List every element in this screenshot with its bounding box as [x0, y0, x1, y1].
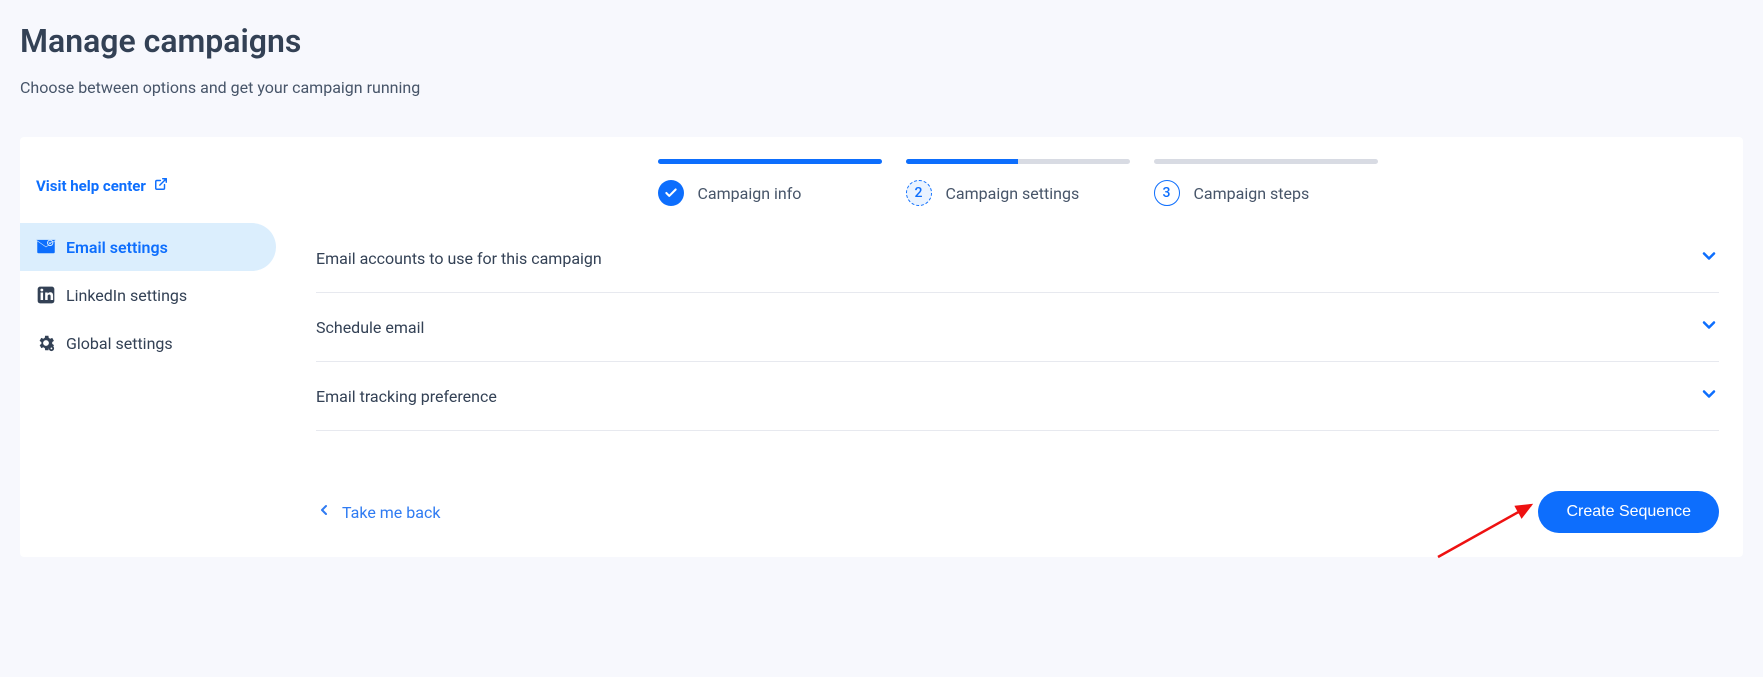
page-title: Manage campaigns	[20, 22, 1743, 60]
sidebar-item-linkedin-settings[interactable]: LinkedIn settings	[20, 271, 276, 319]
page-subtitle: Choose between options and get your camp…	[20, 78, 1743, 97]
back-link-label: Take me back	[342, 503, 440, 522]
step-number: 3	[1154, 180, 1180, 206]
create-sequence-button[interactable]: Create Sequence	[1538, 491, 1719, 533]
accordion-email-tracking[interactable]: Email tracking preference	[316, 362, 1719, 431]
step-label: Campaign steps	[1194, 184, 1310, 203]
sidebar-item-label: Email settings	[66, 238, 168, 257]
step-label: Campaign info	[698, 184, 802, 203]
external-link-icon	[154, 177, 168, 195]
accordion-schedule-email[interactable]: Schedule email	[316, 293, 1719, 362]
accordion-title: Schedule email	[316, 318, 424, 337]
sidebar: Visit help center Email settings LinkedI…	[20, 137, 292, 557]
chevron-down-icon	[1699, 384, 1719, 408]
accordion-email-accounts[interactable]: Email accounts to use for this campaign	[316, 224, 1719, 293]
stepper: Campaign info 2 Campaign settings 3 Camp…	[316, 159, 1719, 224]
chevron-down-icon	[1699, 315, 1719, 339]
sidebar-item-global-settings[interactable]: Global settings	[20, 319, 276, 367]
linkedin-icon	[36, 285, 56, 305]
step-number: 2	[906, 180, 932, 206]
step-label: Campaign settings	[946, 184, 1080, 203]
chevron-down-icon	[1699, 246, 1719, 270]
sidebar-item-label: LinkedIn settings	[66, 286, 187, 305]
main-panel: Campaign info 2 Campaign settings 3 Camp…	[292, 137, 1743, 557]
step-campaign-steps[interactable]: 3 Campaign steps	[1154, 159, 1378, 206]
email-icon	[36, 237, 56, 257]
sidebar-item-label: Global settings	[66, 334, 173, 353]
step-campaign-settings[interactable]: 2 Campaign settings	[906, 159, 1130, 206]
gear-icon	[36, 333, 56, 353]
accordion-title: Email tracking preference	[316, 387, 497, 406]
help-center-label: Visit help center	[36, 177, 146, 195]
accordion-title: Email accounts to use for this campaign	[316, 249, 602, 268]
settings-card: Visit help center Email settings LinkedI…	[20, 137, 1743, 557]
chevron-left-icon	[316, 502, 332, 522]
sidebar-item-email-settings[interactable]: Email settings	[20, 223, 276, 271]
back-link[interactable]: Take me back	[316, 502, 440, 522]
help-center-link[interactable]: Visit help center	[20, 177, 292, 223]
step-campaign-info[interactable]: Campaign info	[658, 159, 882, 206]
step-check-icon	[658, 180, 684, 206]
